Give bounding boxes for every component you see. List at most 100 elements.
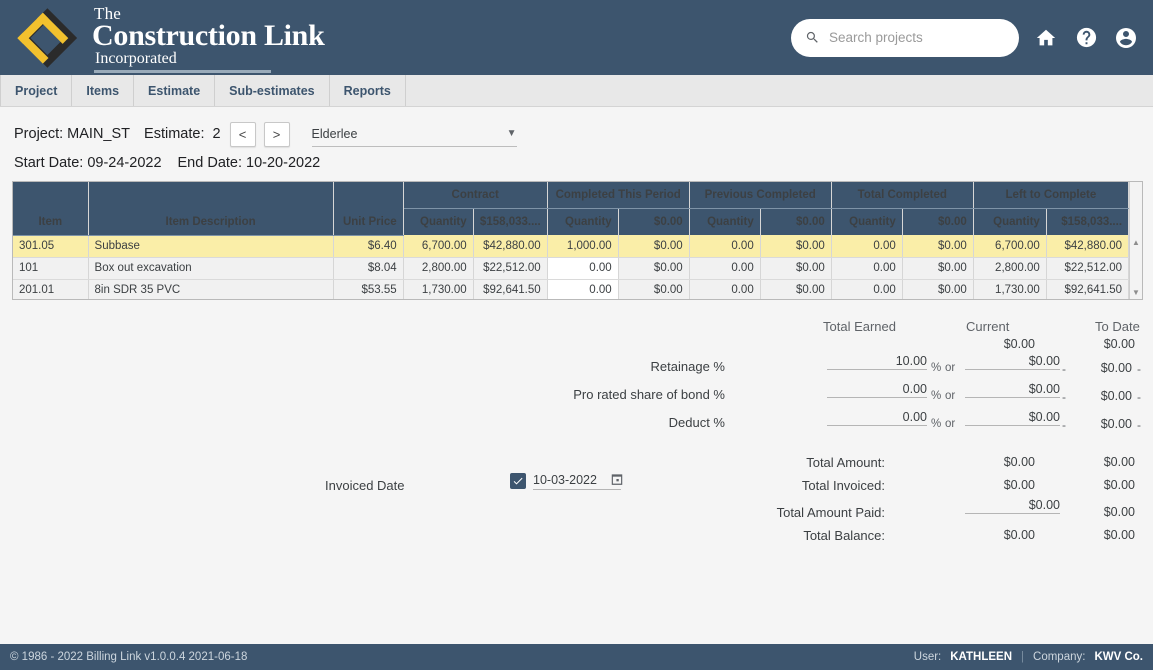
cell-unit-price: $53.55 [333,279,404,299]
col-item-description[interactable]: Item Description [88,182,334,236]
cell-ltc-qty: 2,800.00 [973,257,1047,280]
total-invoiced-label: Total Invoiced: [801,478,885,493]
retainage-to-date-value: $0.00 [1100,361,1132,375]
nav-item-reports[interactable]: Reports [330,75,406,106]
total-amount-paid-label: Total Amount Paid: [776,505,885,520]
table-row[interactable]: 301.05 Subbase $6.40 6,700.00 $42,880.00… [13,235,1130,258]
cell-item: 301.05 [13,235,89,258]
nav-item-sub-estimates[interactable]: Sub-estimates [215,75,330,106]
scroll-down-arrow-icon[interactable]: ▼ [1132,289,1140,297]
search-box[interactable] [791,18,1019,57]
cell-ctp-qty[interactable]: 0.00 [547,279,619,299]
cell-unit-price: $6.40 [333,235,404,258]
deduct-or-text: or [945,418,956,430]
nav-item-estimate[interactable]: Estimate [134,75,216,106]
invoiced-date-label: Invoiced Date [325,478,405,493]
col-contract-quantity[interactable]: Quantity [403,208,474,235]
billing-link-app: The Construction Link Incorporated Searc… [0,0,1153,670]
cell-contract-qty: 1,730.00 [403,279,474,299]
estimate-number: 2 [212,126,221,142]
next-estimate-button[interactable]: > [263,121,290,147]
retainage-current-input[interactable]: $0.00 [965,350,1060,370]
nav-item-items[interactable]: Items [72,75,135,106]
deduct-current-input[interactable]: $0.00 [965,406,1060,426]
col-pc-total[interactable]: $0.00 [760,208,832,235]
retainage-percent-input[interactable]: 10.00 [827,350,927,370]
calendar-icon[interactable] [610,472,624,491]
bond-label: Pro rated share of bond % [573,387,725,402]
cell-ctp-amt: $0.00 [618,279,690,299]
retainage-to-date-dash: - [1137,362,1141,376]
cell-ctp-amt: $0.00 [618,257,690,280]
cell-pc-amt: $0.00 [760,235,832,258]
search-input[interactable] [828,30,1005,45]
project-bar-row-1: Project: MAIN_ST Estimate: 2 < > Elderle… [14,119,1153,149]
col-header-to-date: To Date [1095,319,1140,334]
deduct-to-date-dash: - [1137,418,1141,432]
cell-contract-qty: 6,700.00 [403,235,474,258]
invoiced-date-checkbox[interactable] [510,473,526,489]
bond-current-dash: - [1062,390,1066,404]
footer-company-label: Company: [1033,651,1086,663]
cell-description: Subbase [88,235,334,258]
group-contract: Contract [403,182,548,209]
cell-pc-qty: 0.00 [689,235,761,258]
col-contract-total[interactable]: $158,033.... [473,208,548,235]
home-icon[interactable] [1033,25,1059,51]
col-tc-quantity[interactable]: Quantity [831,208,903,235]
total-invoiced-to-date: $0.00 [1103,478,1135,492]
cell-ctp-qty[interactable]: 0.00 [547,257,619,280]
total-balance-to-date: $0.00 [1103,528,1135,542]
project-bar: Project: MAIN_ST Estimate: 2 < > Elderle… [0,107,1153,171]
account-circle-icon[interactable] [1113,25,1139,51]
cell-unit-price: $8.04 [333,257,404,280]
table-row[interactable]: 201.01 8in SDR 35 PVC $53.55 1,730.00 $9… [13,279,1130,299]
help-circle-icon[interactable] [1073,25,1099,51]
bond-percent-symbol: % [931,390,942,402]
total-amount-paid-to-date: $0.00 [1103,505,1135,519]
cell-contract-amt: $22,512.00 [473,257,548,280]
brand-logo[interactable]: The Construction Link Incorporated [10,3,325,73]
grid-head: Item Item Description Unit Price Contrac… [13,182,1130,236]
deduct-to-date-value: $0.00 [1100,417,1132,431]
prev-estimate-button[interactable]: < [229,121,256,147]
col-ltc-quantity[interactable]: Quantity [973,208,1047,235]
total-invoiced-current: $0.00 [1003,478,1035,492]
col-header-total-earned: Total Earned [823,319,896,334]
total-amount-current: $0.00 [1003,455,1035,469]
deduct-percent-symbol: % [931,418,942,430]
estimate-label: Estimate: [144,126,205,142]
cell-tc-amt: $0.00 [902,279,974,299]
start-date: Start Date: 09-24-2022 [14,155,162,171]
cell-ltc-amt: $22,512.00 [1046,257,1130,280]
col-tc-total[interactable]: $0.00 [902,208,974,235]
retainage-or-text: or [945,362,956,374]
group-completed-this-period: Completed This Period [547,182,690,209]
cell-tc-qty: 0.00 [831,235,903,258]
bond-percent-input[interactable]: 0.00 [827,378,927,398]
footer-user-name: KATHLEEN [950,651,1013,663]
nav-item-project[interactable]: Project [0,75,73,106]
cell-tc-amt: $0.00 [902,235,974,258]
bond-current-input[interactable]: $0.00 [965,378,1060,398]
table-vertical-scrollbar[interactable]: ▲ ▼ [1129,182,1142,299]
footer-user-label: User: [913,651,942,663]
col-unit-price[interactable]: Unit Price [333,182,404,236]
col-item[interactable]: Item [13,182,89,236]
cell-description: Box out excavation [88,257,334,280]
invoiced-date-input[interactable]: 10-03-2022 [533,473,621,490]
items-grid: Item Item Description Unit Price Contrac… [13,182,1130,299]
customer-select[interactable]: Elderlee ▼ [311,121,517,147]
col-ltc-total[interactable]: $158,033.... [1046,208,1130,235]
scroll-up-arrow-icon[interactable]: ▲ [1132,239,1140,247]
grid-body: 301.05 Subbase $6.40 6,700.00 $42,880.00… [13,235,1130,299]
col-ctp-total[interactable]: $0.00 [618,208,690,235]
table-row[interactable]: 101 Box out excavation $8.04 2,800.00 $2… [13,257,1130,280]
col-pc-quantity[interactable]: Quantity [689,208,761,235]
brand-incorporated: Incorporated [95,49,177,67]
deduct-percent-input[interactable]: 0.00 [827,406,927,426]
total-amount-paid-input[interactable]: $0.00 [965,494,1060,514]
col-ctp-quantity[interactable]: Quantity [547,208,619,235]
total-amount-to-date: $0.00 [1103,455,1135,469]
cell-ctp-qty[interactable]: 1,000.00 [547,235,619,258]
